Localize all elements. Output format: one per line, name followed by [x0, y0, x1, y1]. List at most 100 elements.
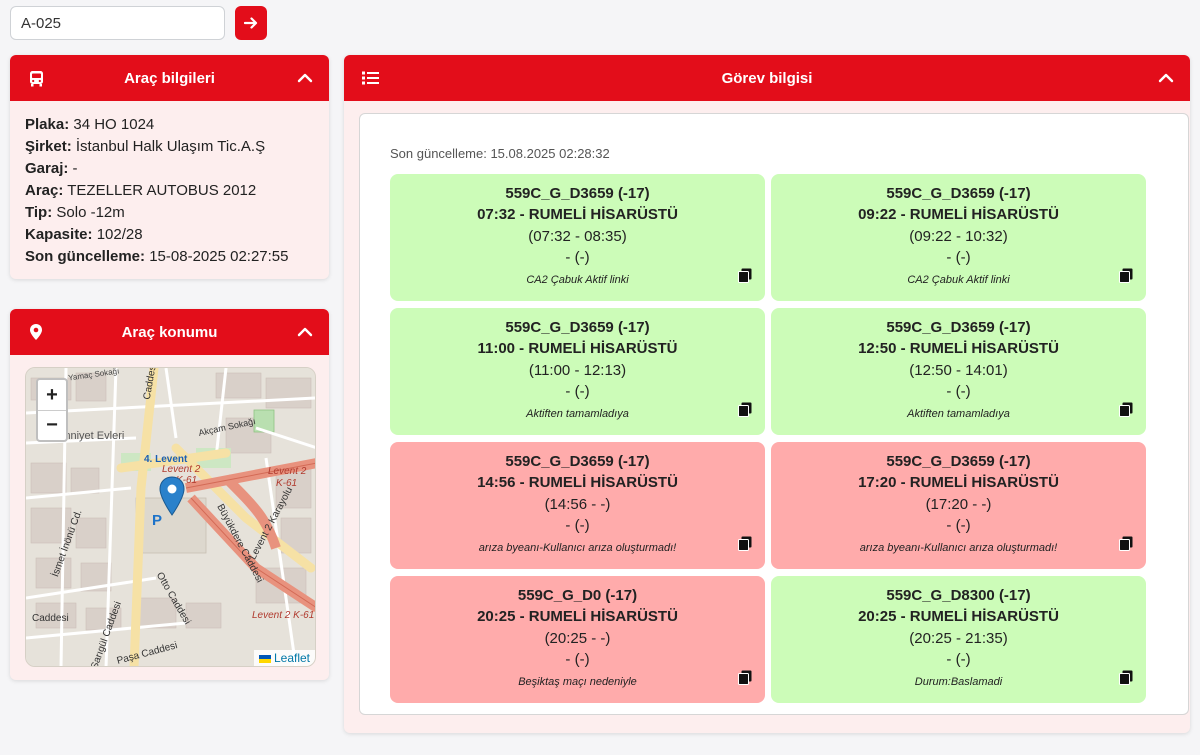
vehicle-info-body: Plaka: 34 HO 1024 Şirket: İstanbul Halk …	[10, 101, 329, 278]
info-row-garage: Garaj: -	[25, 158, 314, 180]
task-card[interactable]: 559C_G_D3659 (-17) 12:50 - RUMELİ HİSARÜS…	[771, 308, 1146, 435]
vehicle-search-input[interactable]	[10, 6, 225, 40]
task-card[interactable]: 559C_G_D0 (-17) 20:25 - RUMELİ HİSARÜSTÜ (…	[390, 576, 765, 703]
task-extra: - (-)	[565, 651, 590, 668]
task-time-range: (11:00 - 12:13)	[528, 362, 627, 379]
zoom-out-button[interactable]: −	[38, 410, 66, 440]
zoom-control: + −	[36, 378, 68, 442]
map-attribution: Leaflet	[253, 650, 315, 666]
task-route-code: 559C_G_D3659 (-17)	[886, 319, 1031, 336]
search-submit-button[interactable]	[235, 6, 267, 40]
zoom-in-button[interactable]: +	[38, 380, 66, 410]
map-label: Levent 2 K-61	[252, 610, 315, 621]
copy-icon[interactable]	[1118, 402, 1134, 418]
task-departure: 07:32 - RUMELİ HİSARÜSTÜ	[477, 206, 678, 223]
task-card[interactable]: 559C_G_D3659 (-17) 11:00 - RUMELİ HİSARÜS…	[390, 308, 765, 435]
info-label: Araç:	[25, 182, 64, 199]
task-time-range: (07:32 - 08:35)	[528, 228, 627, 245]
chevron-up-icon[interactable]	[295, 68, 315, 88]
task-time-range: (09:22 - 10:32)	[909, 228, 1008, 245]
info-value: 102/28	[96, 226, 143, 243]
info-row-vehicle: Araç: TEZELLER AUTOBUS 2012	[25, 180, 314, 202]
copy-icon[interactable]	[737, 536, 753, 552]
task-list-container[interactable]: Son güncelleme: 15.08.2025 02:28:32 559C…	[359, 113, 1189, 715]
task-departure: 09:22 - RUMELİ HİSARÜSTÜ	[858, 206, 1059, 223]
vehicle-location-title: Araç konumu	[121, 323, 218, 341]
info-label: Plaka:	[25, 116, 70, 133]
copy-icon[interactable]	[1118, 268, 1134, 284]
task-time-range: (12:50 - 14:01)	[909, 362, 1008, 379]
map-label: Levent 2	[162, 464, 201, 475]
task-extra: - (-)	[946, 383, 971, 400]
copy-icon[interactable]	[737, 402, 753, 418]
map-pin-icon	[26, 322, 46, 342]
task-extra: - (-)	[565, 249, 590, 266]
info-row-capacity: Kapasite: 102/28	[25, 224, 314, 246]
leaflet-link[interactable]: Leaflet	[274, 651, 310, 665]
vehicle-info-title: Araç bilgileri	[124, 69, 215, 87]
task-note: arıza byeanı-Kullanıcı arıza oluşturmadı…	[859, 542, 1058, 554]
info-value: 34 HO 1024	[73, 116, 155, 133]
ukraine-flag-icon	[258, 654, 271, 663]
info-row-last-update: Son güncelleme: 15-08-2025 02:27:55	[25, 246, 314, 268]
copy-icon[interactable]	[737, 268, 753, 284]
task-route-code: 559C_G_D3659 (-17)	[886, 185, 1031, 202]
copy-icon[interactable]	[1118, 536, 1134, 552]
info-row-plate: Plaka: 34 HO 1024	[25, 114, 314, 136]
bus-icon	[26, 68, 46, 88]
info-value: TEZELLER AUTOBUS 2012	[67, 182, 257, 199]
task-extra: - (-)	[565, 383, 590, 400]
task-info-title: Görev bilgisi	[721, 69, 813, 87]
info-label: Son güncelleme:	[25, 248, 146, 265]
info-value: 15-08-2025 02:27:55	[149, 248, 289, 265]
task-route-code: 559C_G_D3659 (-17)	[505, 185, 650, 202]
vehicle-location-header[interactable]: Araç konumu	[10, 309, 329, 355]
vehicle-info-panel: Araç bilgileri Plaka: 34 HO 1024 Şirket:…	[10, 55, 329, 279]
task-card[interactable]: 559C_G_D3659 (-17) 17:20 - RUMELİ HİSARÜS…	[771, 442, 1146, 569]
task-departure: 20:25 - RUMELİ HİSARÜSTÜ	[858, 608, 1059, 625]
map-label: Levent 2	[268, 466, 307, 477]
task-route-code: 559C_G_D8300 (-17)	[886, 587, 1031, 604]
task-note: CA2 Çabuk Aktif linki	[907, 274, 1010, 286]
arrow-right-icon	[244, 17, 258, 29]
copy-icon[interactable]	[1118, 670, 1134, 686]
map-label: Caddesi	[32, 613, 69, 624]
info-value: -	[72, 160, 78, 177]
task-time-range: (17:20 - -)	[925, 496, 992, 513]
last-update-text: Son güncelleme: 15.08.2025 02:28:32	[390, 146, 610, 161]
info-value: İstanbul Halk Ulaşım Tic.A.Ş	[75, 138, 266, 155]
info-value: Solo -12m	[56, 204, 125, 221]
task-extra: - (-)	[946, 651, 971, 668]
task-route-code: 559C_G_D0 (-17)	[517, 587, 638, 604]
task-departure: 12:50 - RUMELİ HİSARÜSTÜ	[858, 340, 1059, 357]
info-label: Garaj:	[25, 160, 69, 177]
task-note: Durum:Baslamadi	[914, 676, 1003, 688]
task-info-header[interactable]: Görev bilgisi	[344, 55, 1190, 101]
map-view[interactable]: Yamaç Sokağı Emniyet Evleri Akçam Sokağı…	[25, 367, 316, 667]
chevron-up-icon[interactable]	[1156, 68, 1176, 88]
info-label: Tip:	[25, 204, 53, 221]
chevron-up-icon[interactable]	[295, 322, 315, 342]
vehicle-marker-icon[interactable]	[159, 476, 185, 516]
task-departure: 17:20 - RUMELİ HİSARÜSTÜ	[858, 474, 1059, 491]
info-row-type: Tip: Solo -12m	[25, 202, 314, 224]
task-info-panel: Görev bilgisi Son güncelleme: 15.08.2025…	[344, 55, 1190, 733]
task-time-range: (14:56 - -)	[544, 496, 611, 513]
vehicle-info-header[interactable]: Araç bilgileri	[10, 55, 329, 101]
task-note: Aktiften tamamladıya	[526, 408, 629, 420]
task-extra: - (-)	[565, 517, 590, 534]
task-time-range: (20:25 - -)	[544, 630, 611, 647]
task-departure: 14:56 - RUMELİ HİSARÜSTÜ	[477, 474, 678, 491]
task-note: arıza byeanı-Kullanıcı arıza oluşturmadı…	[478, 542, 677, 554]
task-card[interactable]: 559C_G_D8300 (-17) 20:25 - RUMELİ HİSARÜS…	[771, 576, 1146, 703]
task-time-range: (20:25 - 21:35)	[909, 630, 1008, 647]
task-extra: - (-)	[946, 249, 971, 266]
task-extra: - (-)	[946, 517, 971, 534]
task-note: Beşiktaş maçı nedeniyle	[518, 676, 637, 688]
task-card[interactable]: 559C_G_D3659 (-17) 14:56 - RUMELİ HİSARÜS…	[390, 442, 765, 569]
vehicle-location-panel: Araç konumu Yamaç Sokağı Emniyet Evleri …	[10, 309, 329, 680]
copy-icon[interactable]	[737, 670, 753, 686]
task-card[interactable]: 559C_G_D3659 (-17) 09:22 - RUMELİ HİSARÜS…	[771, 174, 1146, 301]
task-route-code: 559C_G_D3659 (-17)	[886, 453, 1031, 470]
task-card[interactable]: 559C_G_D3659 (-17) 07:32 - RUMELİ HİSARÜS…	[390, 174, 765, 301]
